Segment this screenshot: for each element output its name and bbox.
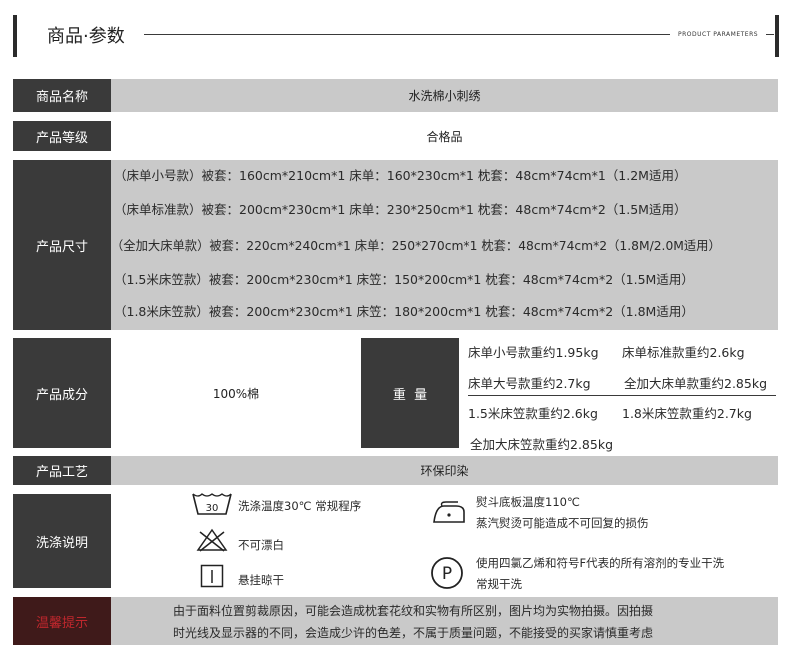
wash-temp-badge: 30 xyxy=(206,503,219,514)
hang-dry-text: 悬挂晾干 xyxy=(238,573,284,587)
row-value-tips: 由于面料位置剪裁原因，可能会造成枕套花纹和实物有所区别，图片均为实物拍摄。因拍摄… xyxy=(111,597,778,645)
iron-text-2: 蒸汽熨烫可能造成不可回复的损伤 xyxy=(476,516,649,530)
row-label-grade: 产品等级 xyxy=(13,121,111,151)
row-label-size: 产品尺寸 xyxy=(13,160,111,330)
row-value-size: （床单小号款）被套：160cm*210cm*1 床单：160*230cm*1 枕… xyxy=(111,160,778,330)
dry-clean-badge: P xyxy=(442,564,452,584)
dry-clean-text-2: 常规干洗 xyxy=(476,577,522,591)
dry-clean-icon: P xyxy=(431,557,463,589)
weight-item: 床单大号款重约2.7kg xyxy=(468,376,591,391)
iron-icon xyxy=(433,501,465,523)
size-line: （1.8米床笠款）被套：200cm*230cm*1 床笠：180*200cm*1… xyxy=(114,304,694,319)
tips-line-1: 由于面料位置剪裁原因，可能会造成枕套花纹和实物有所区别，图片均为实物拍摄。因拍摄 xyxy=(173,604,654,618)
weight-item: 全加大床单款重约2.85kg xyxy=(624,376,768,391)
header-right-bar xyxy=(775,15,779,57)
weight-item: 床单标准款重约2.6kg xyxy=(622,345,745,360)
weight-item: 1.8米床笠款重约2.7kg xyxy=(622,406,752,421)
size-line: （床单小号款）被套：160cm*210cm*1 床单：160*230cm*1 枕… xyxy=(114,168,687,183)
wash-temp-text: 洗涤温度30℃ 常规程序 xyxy=(238,499,362,513)
size-line: （床单标准款）被套：200cm*230cm*1 床单：230*250cm*1 枕… xyxy=(114,202,687,217)
page-title: 商品·参数 xyxy=(47,26,125,47)
row-label-tips: 温馨提示 xyxy=(13,597,111,645)
row-label-composition: 产品成分 xyxy=(13,338,111,448)
header-divider-right xyxy=(766,34,774,35)
tips-label-text: 温馨提示 xyxy=(35,615,88,631)
row-value-composition: 100%棉 xyxy=(111,338,361,448)
row-value-craft: 环保印染 xyxy=(111,456,778,485)
weight-item: 床单小号款重约1.95kg xyxy=(468,345,599,360)
row-label-name: 商品名称 xyxy=(13,79,111,112)
weight-divider xyxy=(468,395,776,396)
row-value-name: 水洗棉小刺绣 xyxy=(111,79,778,112)
wash-tub-icon: 30 xyxy=(192,493,232,515)
row-value-grade: 合格品 xyxy=(111,121,778,151)
hang-dry-icon xyxy=(200,564,224,588)
page-subtitle: PRODUCT PARAMETERS xyxy=(678,31,759,38)
weight-item: 全加大床笠款重约2.85kg xyxy=(470,437,614,452)
weight-item: 1.5米床笠款重约2.6kg xyxy=(468,406,598,421)
size-line: （1.5米床笠款）被套：200cm*230cm*1 床笠：150*200cm*1… xyxy=(114,272,694,287)
size-line: （全加大床单款）被套：220cm*240cm*1 床单：250*270cm*1 … xyxy=(111,239,721,253)
no-bleach-icon xyxy=(196,528,228,552)
weight-label: 重 量 xyxy=(361,338,459,448)
header-divider xyxy=(144,34,670,35)
row-label-wash: 洗涤说明 xyxy=(13,494,111,588)
dry-clean-text-1: 使用四氯乙烯和符号F代表的所有溶剂的专业干洗 xyxy=(476,556,725,570)
row-label-craft: 产品工艺 xyxy=(13,456,111,485)
iron-text-1: 熨斗底板温度110℃ xyxy=(476,495,580,509)
no-bleach-text: 不可漂白 xyxy=(238,538,284,552)
tips-line-2: 时光线及显示器的不同，会造成少许的色差，不属于质量问题，不能接受的买家请慎重考虑 xyxy=(173,626,654,640)
header-left-bar xyxy=(13,15,17,57)
